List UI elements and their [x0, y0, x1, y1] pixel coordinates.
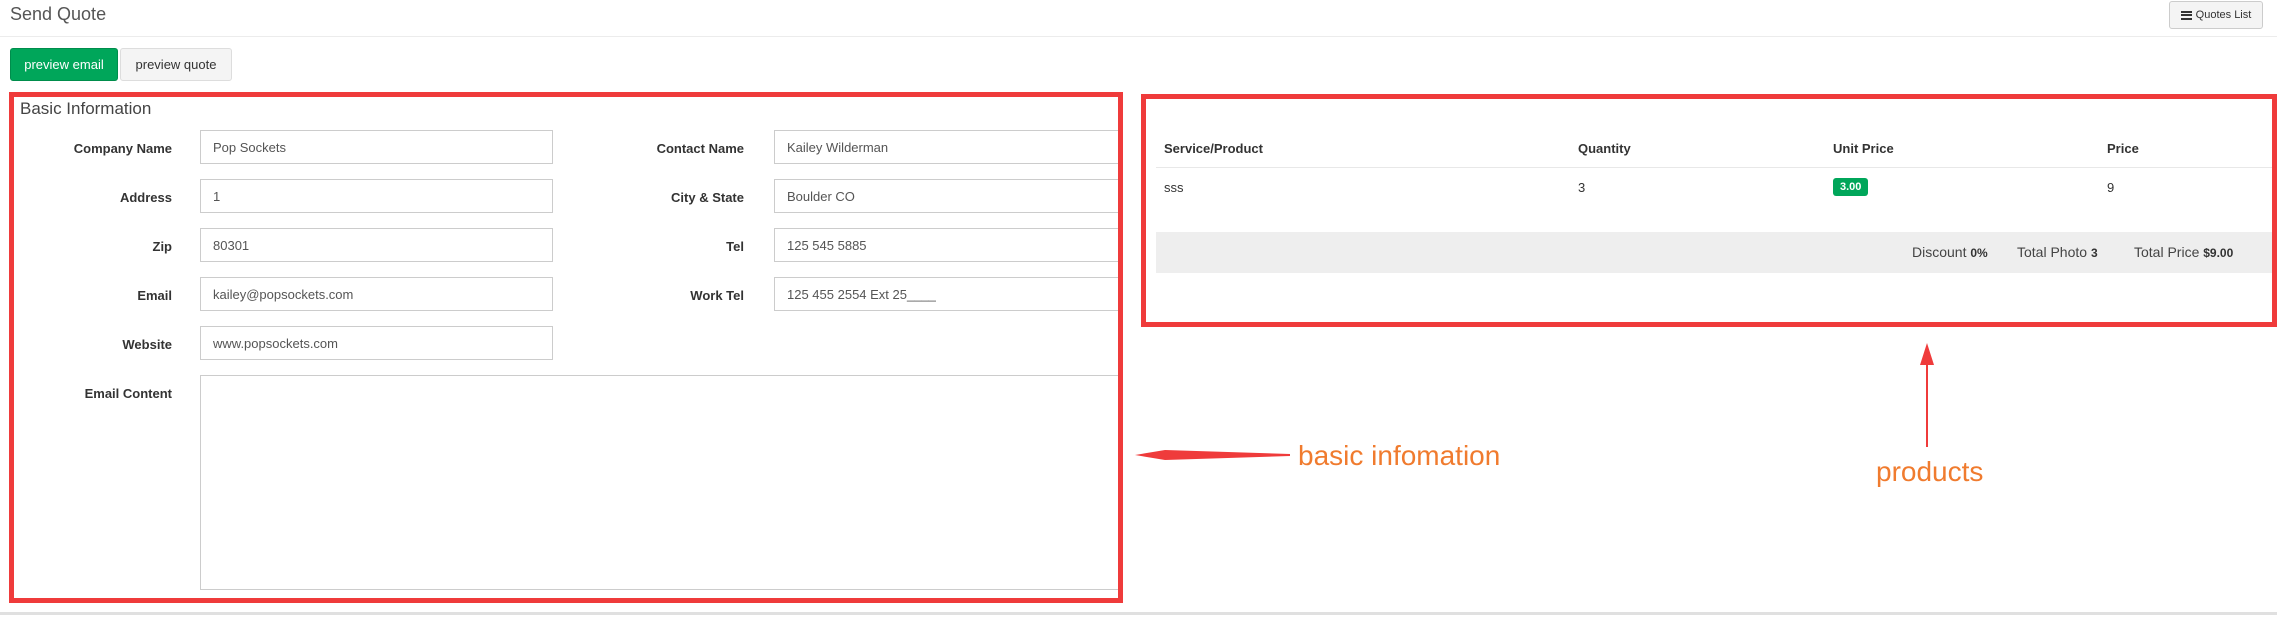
preview-email-button[interactable]: preview email	[10, 48, 118, 81]
basic-info-highlight-box	[9, 92, 1123, 603]
quotes-list-button[interactable]: Quotes List	[2169, 1, 2263, 29]
products-highlight-box	[1141, 94, 2277, 327]
basic-arrow-icon	[1135, 450, 1290, 460]
annotation-products-caption: products	[1876, 456, 1984, 487]
page-title: Send Quote	[10, 4, 107, 24]
quotes-list-label: Quotes List	[2195, 9, 2252, 21]
annotation-basic-caption: basic infomation	[1298, 440, 1501, 471]
products-arrow-icon	[1920, 343, 1934, 447]
list-icon	[2180, 10, 2192, 20]
preview-quote-button[interactable]: preview quote	[120, 48, 232, 81]
header-divider	[0, 36, 2277, 37]
bottom-divider	[0, 612, 2277, 615]
